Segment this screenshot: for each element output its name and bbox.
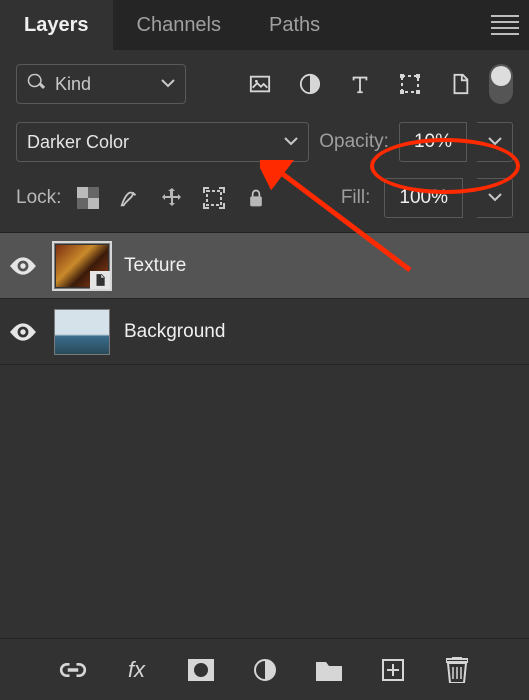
lock-label: Lock:	[16, 187, 61, 209]
lock-artboard-icon[interactable]	[201, 185, 227, 211]
blend-mode-select[interactable]: Darker Color	[16, 122, 309, 162]
filter-type-icon[interactable]	[347, 71, 373, 97]
layers-panel: Layers Channels Paths Kind	[0, 0, 529, 700]
layer-item-texture[interactable]: Texture	[0, 233, 529, 299]
lock-position-icon[interactable]	[159, 185, 185, 211]
fill-dropdown[interactable]	[477, 178, 513, 218]
opacity-dropdown[interactable]	[477, 122, 513, 162]
fill-label: Fill:	[341, 187, 371, 209]
layer-name[interactable]: Texture	[124, 255, 186, 277]
link-layers-icon[interactable]	[59, 656, 87, 684]
filter-adjustment-icon[interactable]	[297, 71, 323, 97]
blend-row: Darker Color Opacity: 10%	[0, 114, 529, 170]
lock-transparency-icon[interactable]	[75, 185, 101, 211]
chevron-down-icon	[284, 137, 298, 147]
fill-value-input[interactable]: 100%	[384, 178, 463, 218]
new-layer-icon[interactable]	[379, 656, 407, 684]
filter-shape-icon[interactable]	[397, 71, 423, 97]
layer-name[interactable]: Background	[124, 321, 225, 343]
filter-row: Kind	[0, 50, 529, 114]
tab-paths[interactable]: Paths	[245, 0, 344, 50]
lock-pixels-icon[interactable]	[117, 185, 143, 211]
opacity-label: Opacity:	[319, 131, 389, 153]
opacity-value-input[interactable]: 10%	[399, 122, 467, 162]
delete-layer-icon[interactable]	[443, 656, 471, 684]
filter-type-select[interactable]: Kind	[16, 64, 186, 104]
visibility-toggle[interactable]	[6, 323, 40, 341]
layer-thumbnail[interactable]	[54, 243, 110, 289]
visibility-toggle[interactable]	[6, 257, 40, 275]
layer-mask-icon[interactable]	[187, 656, 215, 684]
smart-object-badge-icon	[90, 271, 110, 289]
group-icon[interactable]	[315, 656, 343, 684]
filter-kind-label: Kind	[55, 74, 91, 95]
filter-pixel-icon[interactable]	[247, 71, 273, 97]
filter-smartobject-icon[interactable]	[447, 71, 473, 97]
layer-list: Texture Background	[0, 232, 529, 638]
panel-tabs: Layers Channels Paths	[0, 0, 529, 50]
adjustment-layer-icon[interactable]	[251, 656, 279, 684]
lock-all-icon[interactable]	[243, 185, 269, 211]
layer-thumbnail[interactable]	[54, 309, 110, 355]
filter-toggle[interactable]	[489, 64, 513, 104]
layer-item-background[interactable]: Background	[0, 299, 529, 365]
blend-mode-value: Darker Color	[27, 132, 129, 153]
tab-layers[interactable]: Layers	[0, 0, 113, 50]
chevron-down-icon	[161, 79, 175, 89]
bottom-toolbar: fx	[0, 638, 529, 700]
panel-menu-icon[interactable]	[491, 11, 519, 39]
tab-channels[interactable]: Channels	[113, 0, 246, 50]
lock-row: Lock: Fill: 100%	[0, 170, 529, 232]
search-icon	[27, 73, 45, 96]
layer-style-icon[interactable]: fx	[123, 656, 151, 684]
